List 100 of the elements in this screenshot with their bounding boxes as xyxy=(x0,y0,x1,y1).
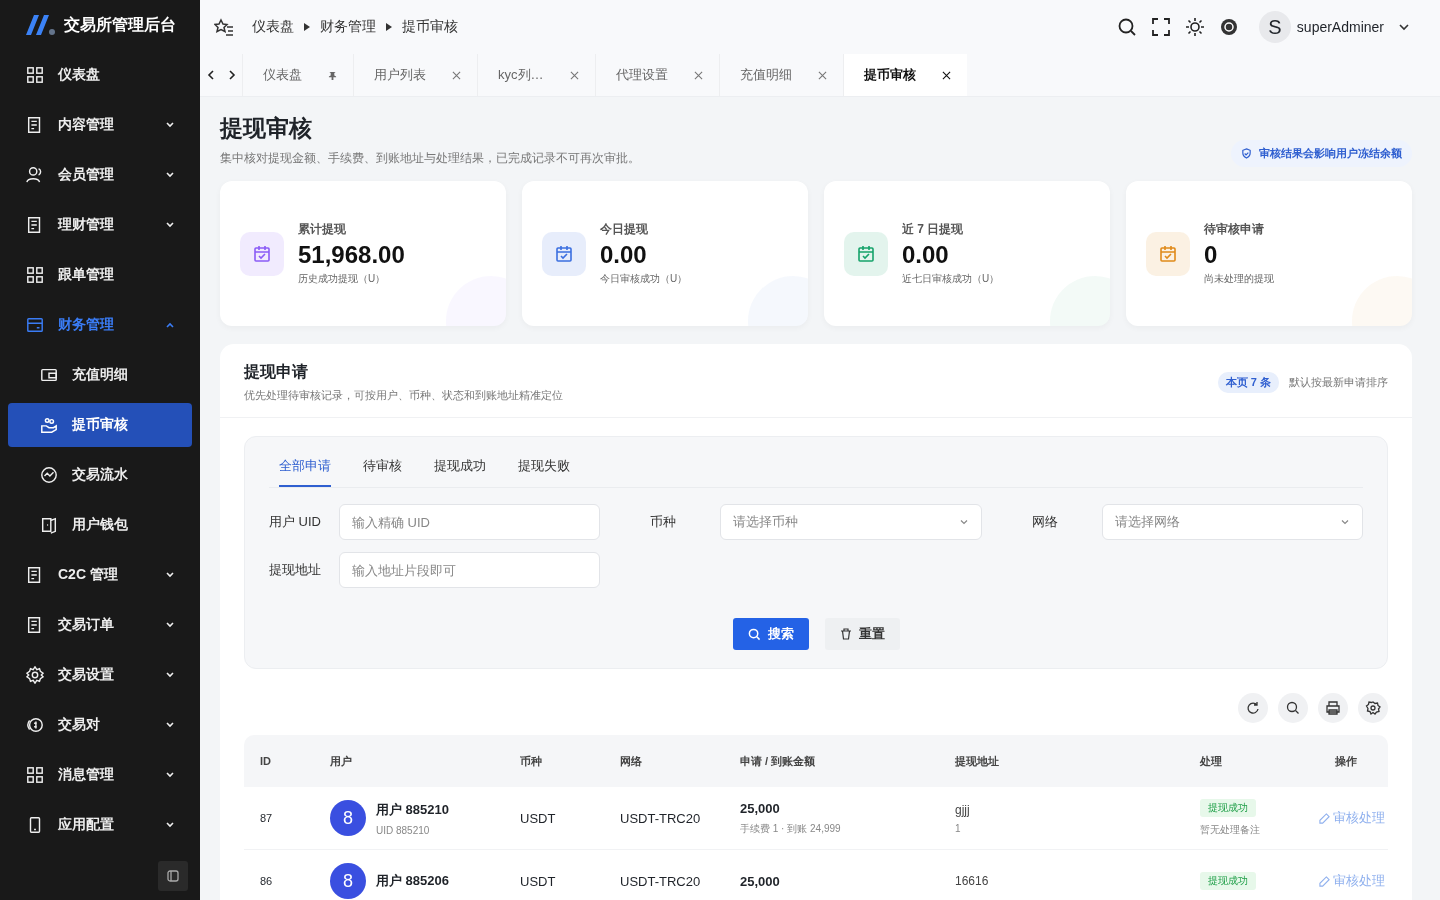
sidebar-item[interactable]: 跟单管理 xyxy=(0,250,200,300)
filter-tab[interactable]: 全部申请 xyxy=(279,451,331,487)
search-icon[interactable] xyxy=(1278,693,1308,723)
select-field[interactable]: 请选择币种 xyxy=(720,504,982,540)
sidebar-item[interactable]: 交易订单 xyxy=(0,600,200,650)
close-icon[interactable] xyxy=(941,70,951,80)
search-icon[interactable] xyxy=(1116,17,1137,37)
page-tab[interactable]: 充值明细 xyxy=(718,54,843,96)
table-cell-text: USDT-TRC20 xyxy=(619,873,702,889)
sidebar-item[interactable]: 交易流水 xyxy=(8,453,192,497)
column-header: 申请 / 到账金额 xyxy=(739,753,817,769)
chevron-icon xyxy=(1340,517,1350,527)
search-icon xyxy=(747,627,761,641)
trash-icon xyxy=(839,628,852,640)
breadcrumb-link[interactable]: 仪表盘 xyxy=(252,18,294,36)
stat-label: 今日提现 xyxy=(600,221,649,238)
sidebar-item[interactable]: 交易对 xyxy=(0,700,200,750)
remark-text: 暂无处理备注 xyxy=(1200,823,1260,837)
notice-badge: 审核结果会影响用户冻结余额 xyxy=(1231,140,1412,167)
user-avatar: 8 xyxy=(330,863,366,899)
sidebar-item[interactable]: 应用配置 xyxy=(0,800,200,850)
column-header: 币种 xyxy=(519,753,543,769)
filter-tab[interactable]: 待审核 xyxy=(363,451,402,487)
page-tab[interactable]: 代理设置 xyxy=(594,54,719,96)
breadcrumb-link[interactable]: 提币审核 xyxy=(402,18,458,36)
field-label: 提现地址 xyxy=(269,561,322,579)
printer-icon[interactable] xyxy=(1318,693,1348,723)
column-header: 处理 xyxy=(1199,753,1223,769)
sidebar-item[interactable]: 内容管理 xyxy=(0,100,200,150)
sidebar-item[interactable]: C2C 管理 xyxy=(0,550,200,600)
filter-tab[interactable]: 提现成功 xyxy=(434,451,486,487)
page-tab[interactable]: 用户列表 xyxy=(353,54,477,96)
refresh-icon[interactable] xyxy=(1238,693,1268,723)
pencil-icon xyxy=(1319,875,1330,887)
grid-icon xyxy=(26,266,44,284)
table-cell-text: USDT-TRC20 xyxy=(619,810,702,826)
page-title: 提现审核 xyxy=(220,114,313,143)
page-subtitle: 集中核对提现金额、手续费、到账地址与处理结果，已完成记录不可再次审批。 xyxy=(220,150,640,167)
door-icon xyxy=(40,516,58,534)
panel-title: 提现申请 xyxy=(244,362,309,382)
table-cell-text: 87 xyxy=(259,812,274,824)
amount-text: 25,000 xyxy=(740,873,780,889)
grid-icon xyxy=(26,766,44,784)
fullscreen-icon[interactable] xyxy=(1150,17,1171,37)
page-tab[interactable]: kyc列… xyxy=(477,54,595,96)
page-tab[interactable]: 提币审核 xyxy=(842,54,967,96)
collapse-button[interactable] xyxy=(158,861,188,891)
column-header: 用户 xyxy=(329,753,353,769)
sidebar-item[interactable]: 消息管理 xyxy=(0,750,200,800)
address-note: 1 xyxy=(955,822,961,834)
search-button[interactable]: 搜索 xyxy=(732,618,809,650)
sun-icon[interactable] xyxy=(1184,17,1205,37)
column-header: 操作 xyxy=(1334,753,1358,769)
caret-icon xyxy=(304,23,310,31)
reset-button[interactable]: 重置 xyxy=(824,618,900,650)
grid-icon xyxy=(26,66,44,84)
menu-icon[interactable] xyxy=(214,17,234,37)
sidebar-item[interactable]: 理财管理 xyxy=(0,200,200,250)
sidebar-item[interactable]: 用户钱包 xyxy=(8,503,192,547)
table-cell-text: USDT xyxy=(519,873,557,889)
stat-label: 累计提现 xyxy=(298,221,347,238)
filter-tab[interactable]: 提现失败 xyxy=(518,451,570,487)
user-avatar[interactable]: S xyxy=(1258,11,1291,43)
select-field[interactable]: 请选择网络 xyxy=(1101,504,1363,540)
user-name: 用户 885206 xyxy=(376,872,449,890)
wallet-icon xyxy=(40,366,58,384)
user-avatar: 8 xyxy=(330,800,366,836)
column-header: 网络 xyxy=(619,753,643,769)
count-badge: 本页 7 条 xyxy=(1217,372,1279,393)
stat-note: 近七日审核成功（U） xyxy=(902,272,1000,286)
users-icon xyxy=(26,166,44,184)
caret-icon xyxy=(386,23,392,31)
pencil-icon xyxy=(1319,812,1330,824)
field-label: 用户 UID xyxy=(269,513,322,531)
sidebar-item[interactable]: 提币审核 xyxy=(8,403,192,447)
pin-icon[interactable] xyxy=(328,70,337,80)
page-tab[interactable]: 仪表盘 xyxy=(242,54,353,96)
chevron-icon[interactable] xyxy=(1398,21,1410,33)
sidebar-item[interactable]: 会员管理 xyxy=(0,150,200,200)
field-label: 币种 xyxy=(650,513,678,531)
sidebar-item[interactable]: 交易设置 xyxy=(0,650,200,700)
status-badge: 提现成功 xyxy=(1200,872,1256,890)
user-name[interactable]: superAdminer xyxy=(1296,19,1384,35)
address-text: gjjj xyxy=(955,802,970,817)
field-label: 网络 xyxy=(1031,513,1059,531)
breadcrumb-link[interactable]: 财务管理 xyxy=(320,18,376,36)
sidebar-item[interactable]: 仪表盘 xyxy=(0,50,200,100)
stat-note: 历史成功提现（U） xyxy=(298,272,387,286)
input-field[interactable]: 输入地址片段即可 xyxy=(339,552,601,588)
stat-value: 51,968.00 xyxy=(298,241,405,269)
sidebar-item[interactable]: 充值明细 xyxy=(8,353,192,397)
gear-icon xyxy=(26,666,44,684)
input-field[interactable]: 输入精确 UID xyxy=(339,504,601,540)
user-uid: UID 885210 xyxy=(376,824,430,836)
card-icon xyxy=(26,316,44,334)
stat-value: 0 xyxy=(1204,241,1219,269)
stat-note: 尚未处理的提现 xyxy=(1204,272,1274,286)
sidebar-item[interactable]: 财务管理 xyxy=(0,300,200,350)
column-header: 提现地址 xyxy=(954,753,1000,769)
stat-label: 近 7 日提现 xyxy=(902,221,965,238)
